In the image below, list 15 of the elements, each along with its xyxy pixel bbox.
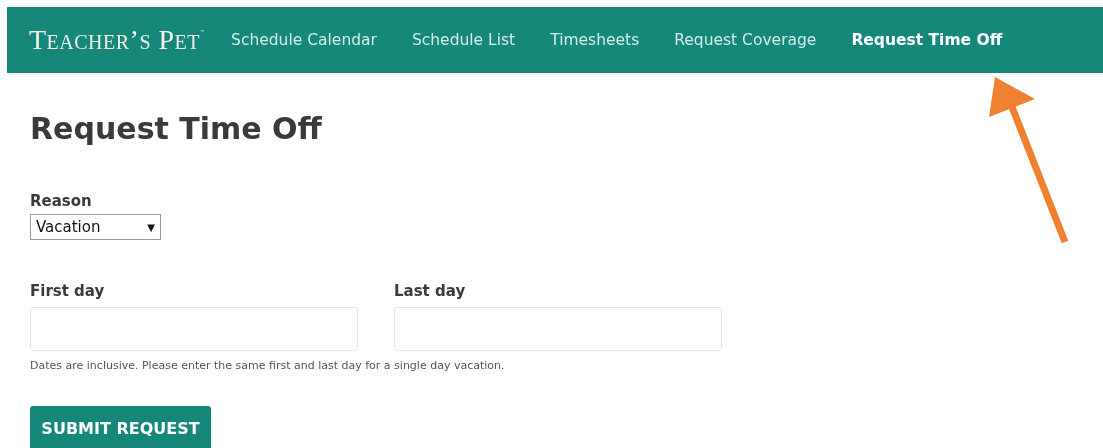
nav-link[interactable]: Request Time Off [851, 31, 1003, 49]
field-label: First day [30, 282, 106, 300]
input-field[interactable] [394, 307, 722, 351]
help-text: Dates are inclusive. Please enter the same first and last day for a single day vacation. [30, 359, 506, 372]
nav-link[interactable]: Schedule List [411, 31, 516, 49]
input-field[interactable] [30, 307, 358, 351]
logo[interactable]: Teacher’s Pet [29, 24, 201, 56]
page-title: Request Time Off [30, 111, 323, 146]
field-label: Last day [394, 282, 467, 300]
field-label: Reason [30, 192, 93, 210]
reason-select[interactable]: Vacation ▼ [30, 214, 161, 240]
nav-link[interactable]: Timesheets [550, 31, 640, 49]
nav-link[interactable]: Request Coverage [674, 31, 817, 49]
submit-button[interactable]: SUBMIT REQUEST [30, 406, 211, 448]
nav-link[interactable]: Schedule Calendar [231, 31, 377, 49]
